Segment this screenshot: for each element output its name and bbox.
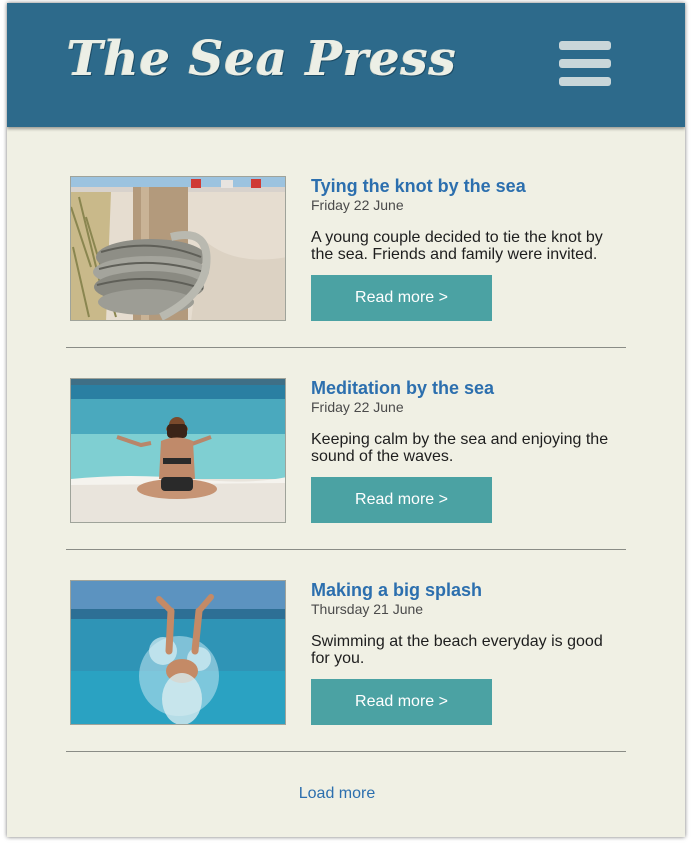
article-title[interactable]: Tying the knot by the sea (311, 176, 526, 197)
site-header: The Sea Press (7, 3, 685, 127)
load-more-link[interactable]: Load more (7, 785, 667, 803)
article-date: Thursday 21 June (311, 601, 424, 617)
read-more-button[interactable]: Read more > (311, 679, 492, 725)
article-date: Friday 22 June (311, 399, 404, 415)
article-date: Friday 22 June (311, 197, 404, 213)
article-divider (66, 347, 626, 348)
meditation-image[interactable] (70, 378, 286, 523)
article-title[interactable]: Meditation by the sea (311, 378, 494, 399)
article-divider (66, 751, 626, 752)
article-title[interactable]: Making a big splash (311, 580, 482, 601)
hamburger-menu-icon[interactable] (559, 41, 611, 87)
splash-image[interactable] (70, 580, 286, 725)
read-more-button[interactable]: Read more > (311, 275, 492, 321)
page-frame: The Sea Press Tying the knot by the sea … (7, 3, 685, 837)
article-divider (66, 549, 626, 550)
article-card: Making a big splash Thursday 21 June Swi… (7, 580, 685, 752)
article-summary: A young couple decided to tie the knot b… (311, 229, 603, 263)
site-logo[interactable]: The Sea Press (67, 31, 457, 87)
read-more-button[interactable]: Read more > (311, 477, 492, 523)
article-card: Tying the knot by the sea Friday 22 June… (7, 176, 685, 348)
rope-knot-image[interactable] (70, 176, 286, 321)
article-summary: Swimming at the beach everyday is good f… (311, 633, 603, 667)
article-card: Meditation by the sea Friday 22 June Kee… (7, 378, 685, 550)
article-summary: Keeping calm by the sea and enjoying the… (311, 431, 609, 465)
